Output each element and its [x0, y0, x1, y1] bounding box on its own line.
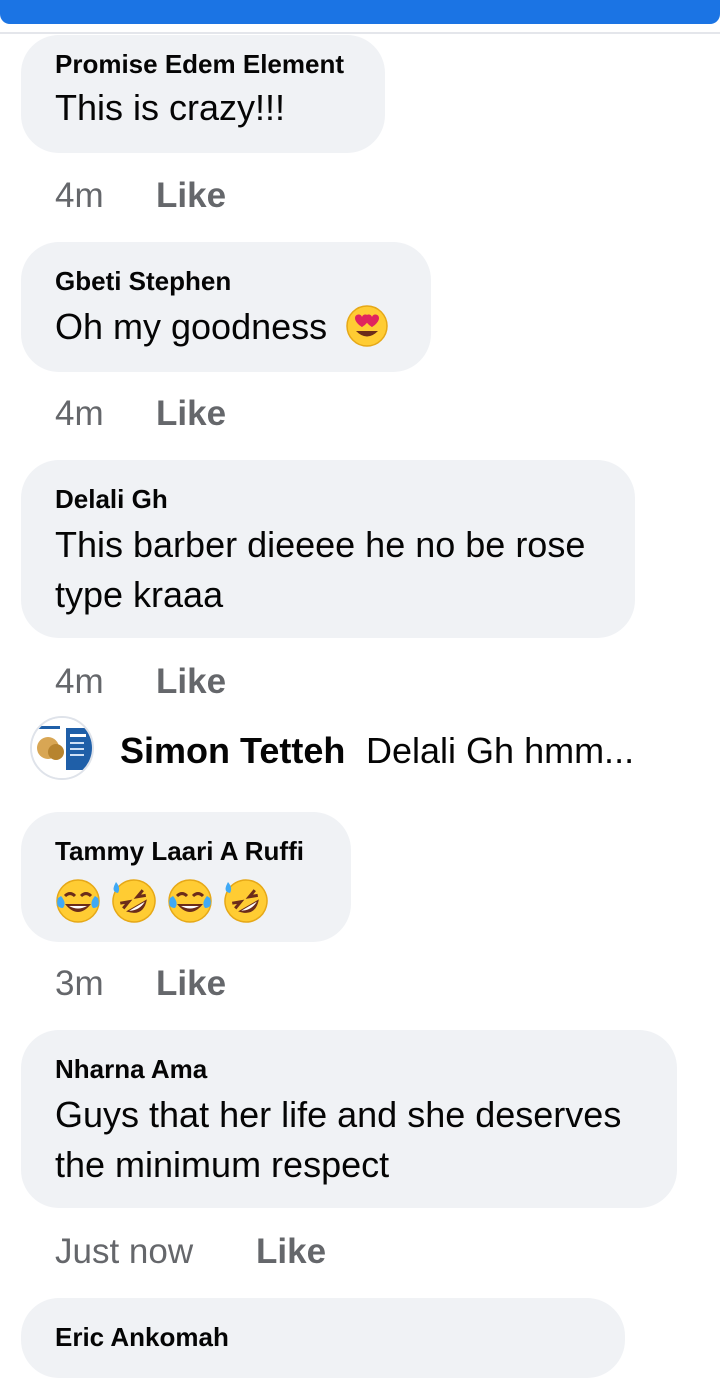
comment-timestamp: 4m — [55, 394, 104, 433]
like-button[interactable]: Like — [156, 964, 226, 1004]
comment-timestamp: 4m — [55, 662, 104, 701]
comment-text-line-2: type kraaa — [55, 574, 224, 615]
comment-text-line-1: This barber dieeee he no be rose — [55, 524, 586, 565]
comment-text: Oh my goodness — [55, 302, 389, 352]
comment-author[interactable]: Gbeti Stephen — [55, 266, 231, 297]
heart-eyes-emoji — [346, 305, 388, 348]
like-button[interactable]: Like — [156, 176, 226, 216]
comment-author[interactable]: Promise Edem Element — [55, 49, 344, 80]
comment-emoji-row — [55, 874, 269, 924]
reply-author[interactable]: Simon Tetteh — [120, 730, 345, 772]
comment-text-line-2: the minimum respect — [55, 1144, 390, 1185]
rofl-emoji — [112, 879, 156, 924]
comment-bubble[interactable]: Gbeti Stephen Oh my goodness — [21, 242, 431, 372]
comment-bubble[interactable]: Eric Ankomah — [21, 1298, 625, 1378]
comment-bubble[interactable]: Tammy Laari A Ruffi — [21, 812, 351, 942]
reply-preview-text[interactable]: Delali Gh hmm... — [366, 730, 634, 772]
comment-timestamp: 3m — [55, 964, 104, 1003]
comment-bubble[interactable]: Promise Edem Element This is crazy!!! — [21, 35, 385, 153]
tears-of-joy-emoji — [56, 879, 100, 924]
comment-text-line-1: Guys that her life and she deserves — [55, 1094, 622, 1135]
comment-timestamp: 4m — [55, 176, 104, 215]
like-button[interactable]: Like — [156, 394, 226, 434]
comment-timestamp: Just now — [55, 1232, 194, 1271]
rofl-emoji — [224, 879, 268, 924]
comment-author[interactable]: Eric Ankomah — [55, 1322, 229, 1353]
comment-bubble[interactable]: Delali Gh This barber dieeee he no be ro… — [21, 460, 635, 638]
comment-bubble[interactable]: Nharna Ama Guys that her life and she de… — [21, 1030, 677, 1208]
comment-text-content: Oh my goodness — [55, 306, 328, 347]
avatar[interactable] — [30, 716, 94, 780]
comment-author[interactable]: Nharna Ama — [55, 1054, 207, 1085]
like-button[interactable]: Like — [156, 662, 226, 702]
reply-summary[interactable]: Simon Tetteh Delali Gh hmm... — [30, 714, 710, 780]
top-divider — [0, 32, 720, 34]
top-app-bar — [0, 0, 720, 24]
tears-of-joy-emoji — [168, 879, 212, 924]
like-button[interactable]: Like — [256, 1232, 326, 1272]
comment-author[interactable]: Tammy Laari A Ruffi — [55, 836, 304, 867]
business-card-avatar — [32, 718, 92, 778]
comment-author[interactable]: Delali Gh — [55, 484, 168, 515]
comment-text: This is crazy!!! — [55, 87, 286, 128]
